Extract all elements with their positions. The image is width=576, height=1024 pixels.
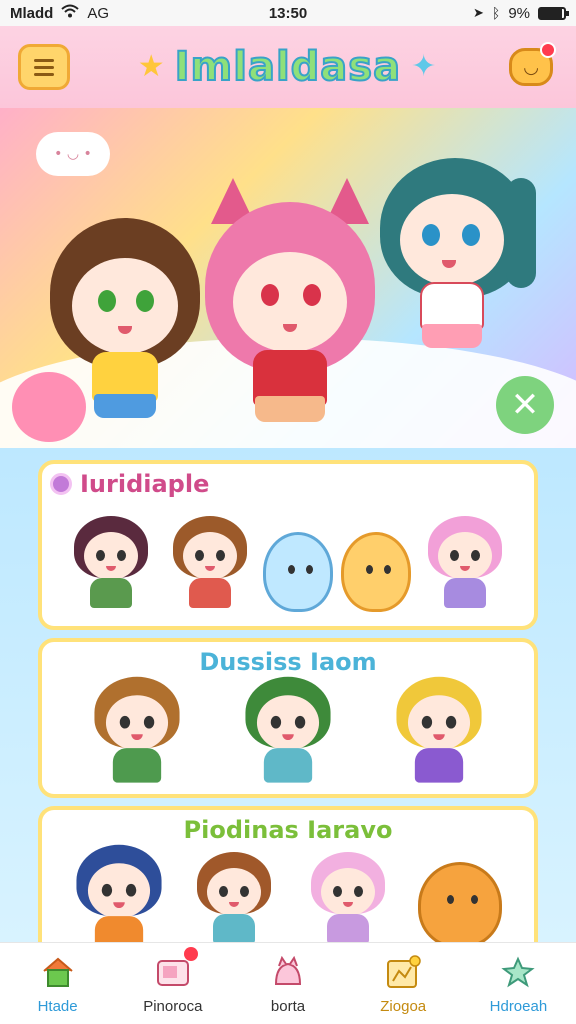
character-icon [268,952,308,992]
sparkle-friend-icon [498,952,538,992]
flame-mascot-icon[interactable] [341,532,412,612]
character-thumb[interactable] [236,676,340,787]
tab-label: Hdroeah [489,998,548,1015]
map-icon [383,952,423,992]
carrier-label: Mladd [10,4,54,22]
character-thumb[interactable] [303,852,393,942]
bottom-tab-bar: Htade Pinoroca borta Ziogoa Hdroeah [0,942,576,1024]
section-title: Iuridiaple [80,470,210,498]
close-badge-icon: ✕ [496,376,554,434]
character-pink-hair [205,178,375,428]
menu-icon [34,58,54,62]
chat-button[interactable]: ◡ [504,40,558,94]
status-bar: Mladd AG 13:50 ➤ ᛒ 9% [0,0,576,26]
tab-borta[interactable]: borta [230,943,345,1024]
tab-hdroeah[interactable]: Hdroeah [461,943,576,1024]
section-card[interactable]: Dussiss Iaom [38,638,538,798]
section-card[interactable]: Piodinas Iaravo [38,806,538,942]
character-thumb[interactable] [189,852,279,942]
character-thumb[interactable] [420,516,510,612]
location-icon: ➤ [473,5,484,20]
content-area: Iuridiaple Dussiss Iaom Piodinas Iaravo [0,448,576,942]
character-thumb[interactable] [86,676,190,787]
character-thumb[interactable] [68,844,172,942]
network-label: AG [87,4,110,22]
character-thumb[interactable] [66,516,156,612]
tab-label: borta [270,998,306,1015]
tab-label: Htade [37,998,78,1015]
tab-ziogoa[interactable]: Ziogoa [346,943,461,1024]
tab-label: Ziogoa [380,998,427,1015]
app-header: ★ Imlaldasa ✦ ◡ [0,26,576,108]
section-card[interactable]: Iuridiaple [38,460,538,630]
character-thumb[interactable] [165,516,255,612]
section-badge-icon [50,473,72,495]
battery-icon [538,6,569,20]
tv-icon [153,947,198,992]
sparkle-icon: ✦ [411,49,437,84]
section-title: Dussiss Iaom [199,648,377,676]
notification-dot [539,42,556,58]
star-icon: ★ [137,49,165,84]
character-brown-hair [50,218,200,428]
hero-banner[interactable]: • ◡ • ✕ [0,108,576,448]
character-teal-hair [380,158,536,378]
tab-label: Pinoroca [143,998,203,1015]
tab-pinoroca[interactable]: Pinoroca [115,943,230,1024]
status-time: 13:50 [268,4,308,22]
section-title: Piodinas Iaravo [183,816,393,844]
tab-badge [183,947,198,961]
wifi-icon [61,4,80,22]
tab-home[interactable]: Htade [0,943,115,1024]
bluetooth-icon: ᛒ [491,5,501,21]
cat-mascot-icon[interactable] [417,862,502,942]
battery-percent: 9% [508,4,530,22]
cloud-icon: • ◡ • [36,132,110,176]
menu-button[interactable] [18,44,70,90]
app-title: Imlaldasa [174,43,402,91]
home-icon [38,952,78,992]
ghost-mascot-icon[interactable] [262,532,333,612]
character-thumb[interactable] [387,676,491,787]
title-wrap: ★ Imlaldasa ✦ [137,43,437,91]
